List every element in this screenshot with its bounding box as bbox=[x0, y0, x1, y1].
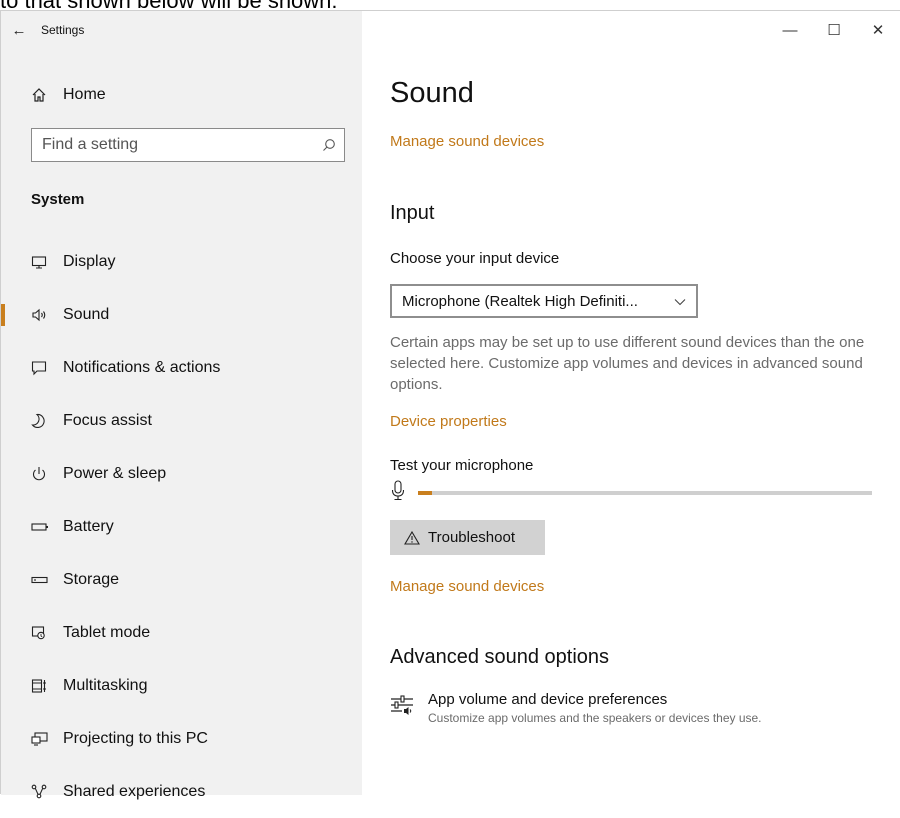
sidebar-item-label: Storage bbox=[63, 570, 120, 588]
input-heading: Input bbox=[390, 202, 435, 224]
sidebar-item-display[interactable]: Display bbox=[1, 235, 362, 288]
app-volume-subtitle: Customize app volumes and the speakers o… bbox=[428, 711, 762, 725]
mic-level-meter bbox=[418, 491, 872, 495]
search-icon[interactable] bbox=[314, 138, 344, 152]
nav-home-label: Home bbox=[63, 86, 106, 103]
input-device-dropdown[interactable]: Microphone (Realtek High Definiti... bbox=[390, 284, 698, 318]
moon-icon bbox=[31, 413, 63, 429]
back-button[interactable]: ← bbox=[1, 11, 37, 49]
sidebar-item-battery[interactable]: Battery bbox=[1, 500, 362, 553]
notification-icon bbox=[31, 360, 63, 376]
search-input[interactable] bbox=[32, 128, 314, 162]
battery-icon bbox=[31, 519, 63, 535]
advanced-sound-heading: Advanced sound options bbox=[390, 646, 610, 668]
sidebar-item-label: Notifications & actions bbox=[63, 358, 221, 376]
sidebar-item-multitasking[interactable]: Multitasking bbox=[1, 659, 362, 712]
sidebar-item-power-sleep[interactable]: Power & sleep bbox=[1, 447, 362, 500]
choose-input-label: Choose your input device bbox=[390, 250, 560, 267]
sidebar-item-sound[interactable]: Sound bbox=[1, 288, 362, 341]
sidebar-item-label: Display bbox=[63, 252, 116, 270]
sidebar: ← Settings Home System Display bbox=[1, 11, 362, 800]
storage-icon bbox=[31, 572, 63, 588]
app-volume-title: App volume and device preferences bbox=[428, 691, 668, 708]
home-icon bbox=[31, 87, 63, 103]
multitasking-icon bbox=[31, 678, 63, 694]
device-properties-link[interactable]: Device properties bbox=[390, 413, 507, 430]
monitor-icon bbox=[31, 254, 63, 270]
sidebar-item-projecting[interactable]: Projecting to this PC bbox=[1, 712, 362, 765]
search-box[interactable] bbox=[31, 128, 345, 162]
sidebar-item-label: Focus assist bbox=[63, 411, 152, 429]
mixer-settings-icon bbox=[390, 691, 428, 725]
sidebar-item-label: Battery bbox=[63, 517, 114, 535]
test-mic-label: Test your microphone bbox=[390, 457, 534, 474]
maximize-button[interactable]: ☐ bbox=[812, 11, 856, 49]
mic-level-fill bbox=[418, 491, 432, 495]
sidebar-item-label: Sound bbox=[63, 305, 110, 323]
input-description: Certain apps may be set up to use differ… bbox=[390, 334, 865, 393]
microphone-icon bbox=[390, 479, 406, 507]
sidebar-item-tablet-mode[interactable]: Tablet mode bbox=[1, 606, 362, 659]
power-icon bbox=[31, 466, 63, 482]
sidebar-item-label: Projecting to this PC bbox=[63, 729, 208, 747]
manage-sound-devices-link-bottom[interactable]: Manage sound devices bbox=[390, 578, 544, 595]
sidebar-item-label: Multitasking bbox=[63, 676, 148, 694]
app-title: Settings bbox=[41, 23, 85, 37]
maximize-icon: ☐ bbox=[827, 22, 841, 39]
sidebar-item-focus-assist[interactable]: Focus assist bbox=[1, 394, 362, 447]
input-device-value: Microphone (Realtek High Definiti... bbox=[402, 292, 638, 310]
close-button[interactable]: ✕ bbox=[856, 11, 900, 49]
app-volume-text: App volume and device preferences Custom… bbox=[428, 691, 762, 725]
sidebar-item-storage[interactable]: Storage bbox=[1, 553, 362, 606]
back-arrow-icon: ← bbox=[11, 21, 27, 39]
window-controls: — ☐ ✕ bbox=[768, 11, 900, 49]
warning-icon bbox=[404, 530, 420, 545]
projecting-icon bbox=[31, 731, 63, 747]
app-volume-preferences-item[interactable]: App volume and device preferences Custom… bbox=[390, 691, 762, 725]
close-icon: ✕ bbox=[871, 22, 885, 39]
mic-level-row bbox=[390, 479, 872, 507]
settings-window: ← Settings Home System Display bbox=[0, 10, 900, 800]
shared-experiences-icon bbox=[31, 784, 63, 800]
nav-list: Display Sound Notifications & actions Fo… bbox=[1, 235, 362, 818]
sidebar-item-notifications[interactable]: Notifications & actions bbox=[1, 341, 362, 394]
minimize-icon: — bbox=[782, 21, 798, 39]
nav-home[interactable]: Home bbox=[31, 81, 106, 109]
chevron-down-icon bbox=[674, 293, 686, 310]
sidebar-item-label: Power & sleep bbox=[63, 464, 167, 482]
speaker-icon bbox=[31, 307, 63, 323]
sidebar-item-label: Shared experiences bbox=[63, 782, 206, 800]
sidebar-item-shared-experiences[interactable]: Shared experiences bbox=[1, 765, 362, 818]
page-title: Sound bbox=[390, 77, 474, 109]
troubleshoot-label: Troubleshoot bbox=[428, 529, 515, 546]
sidebar-item-label: Tablet mode bbox=[63, 623, 151, 641]
tablet-mode-icon bbox=[31, 625, 63, 641]
manage-sound-devices-link-top[interactable]: Manage sound devices bbox=[390, 133, 544, 150]
minimize-button[interactable]: — bbox=[768, 11, 812, 49]
troubleshoot-button[interactable]: Troubleshoot bbox=[390, 520, 545, 555]
section-label-system: System bbox=[31, 191, 85, 208]
title-bar: ← Settings bbox=[1, 11, 85, 49]
